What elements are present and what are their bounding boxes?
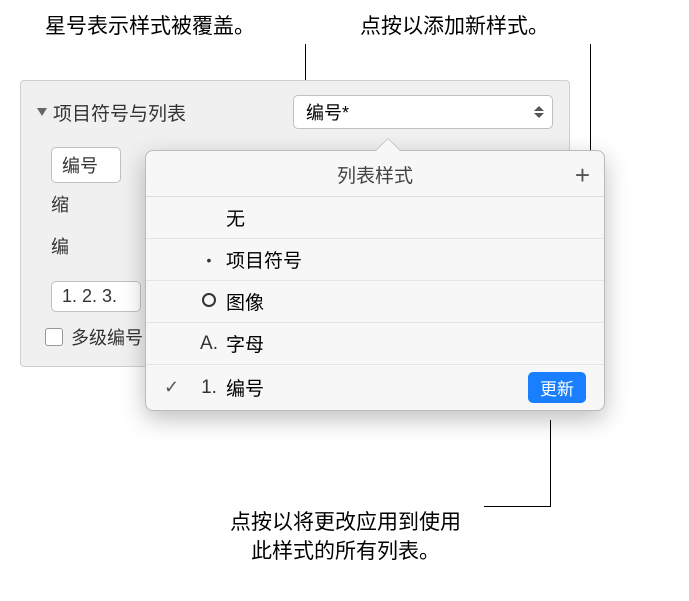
section-title: 项目符号与列表	[53, 99, 186, 126]
item-label: 图像	[226, 288, 586, 315]
callout-line	[484, 506, 551, 507]
multilevel-label: 多级编号	[71, 324, 143, 350]
item-label: 字母	[226, 330, 586, 357]
popover-title: 列表样式	[160, 161, 590, 188]
callout-line	[550, 420, 551, 506]
item-label: 无	[226, 204, 586, 231]
update-button[interactable]: 更新	[528, 372, 586, 403]
disclosure-triangle-icon	[37, 108, 47, 116]
callout-asterisk: 星号表示样式被覆盖。	[45, 12, 255, 41]
circle-icon	[192, 291, 226, 313]
style-item-numbered[interactable]: ✓ 1. 编号 更新	[146, 365, 604, 410]
numbered-label: 编	[51, 233, 121, 259]
style-item-image[interactable]: 图像	[146, 281, 604, 323]
multilevel-checkbox[interactable]	[45, 328, 63, 346]
numbering-preview[interactable]: 1. 2. 3.	[51, 281, 141, 312]
bullet-icon: •	[192, 252, 226, 268]
chevron-updown-icon	[534, 106, 544, 118]
item-prefix: 1.	[192, 377, 226, 399]
add-style-button[interactable]: +	[575, 162, 590, 188]
indent-label: 缩	[51, 191, 121, 217]
section-header[interactable]: 项目符号与列表	[37, 99, 186, 126]
callout-update: 点按以将更改应用到使用 此样式的所有列表。	[230, 508, 461, 567]
style-item-none[interactable]: 无	[146, 197, 604, 239]
callout-add: 点按以添加新样式。	[360, 12, 549, 41]
list-style-dropdown[interactable]: 编号*	[293, 95, 553, 129]
item-label: 项目符号	[226, 246, 586, 273]
check-icon: ✓	[164, 377, 192, 398]
style-item-bullet[interactable]: • 项目符号	[146, 239, 604, 281]
numbered-type-box[interactable]: 编号	[51, 147, 121, 183]
dropdown-value: 编号*	[306, 99, 349, 125]
style-list: 无 • 项目符号 图像 A. 字母 ✓ 1. 编号 更新	[146, 196, 604, 410]
list-styles-popover: 列表样式 + 无 • 项目符号 图像 A. 字母 ✓ 1. 编号 更新	[145, 150, 605, 411]
style-item-letter[interactable]: A. 字母	[146, 323, 604, 365]
item-label: 编号	[226, 374, 528, 401]
item-prefix: A.	[192, 333, 226, 355]
